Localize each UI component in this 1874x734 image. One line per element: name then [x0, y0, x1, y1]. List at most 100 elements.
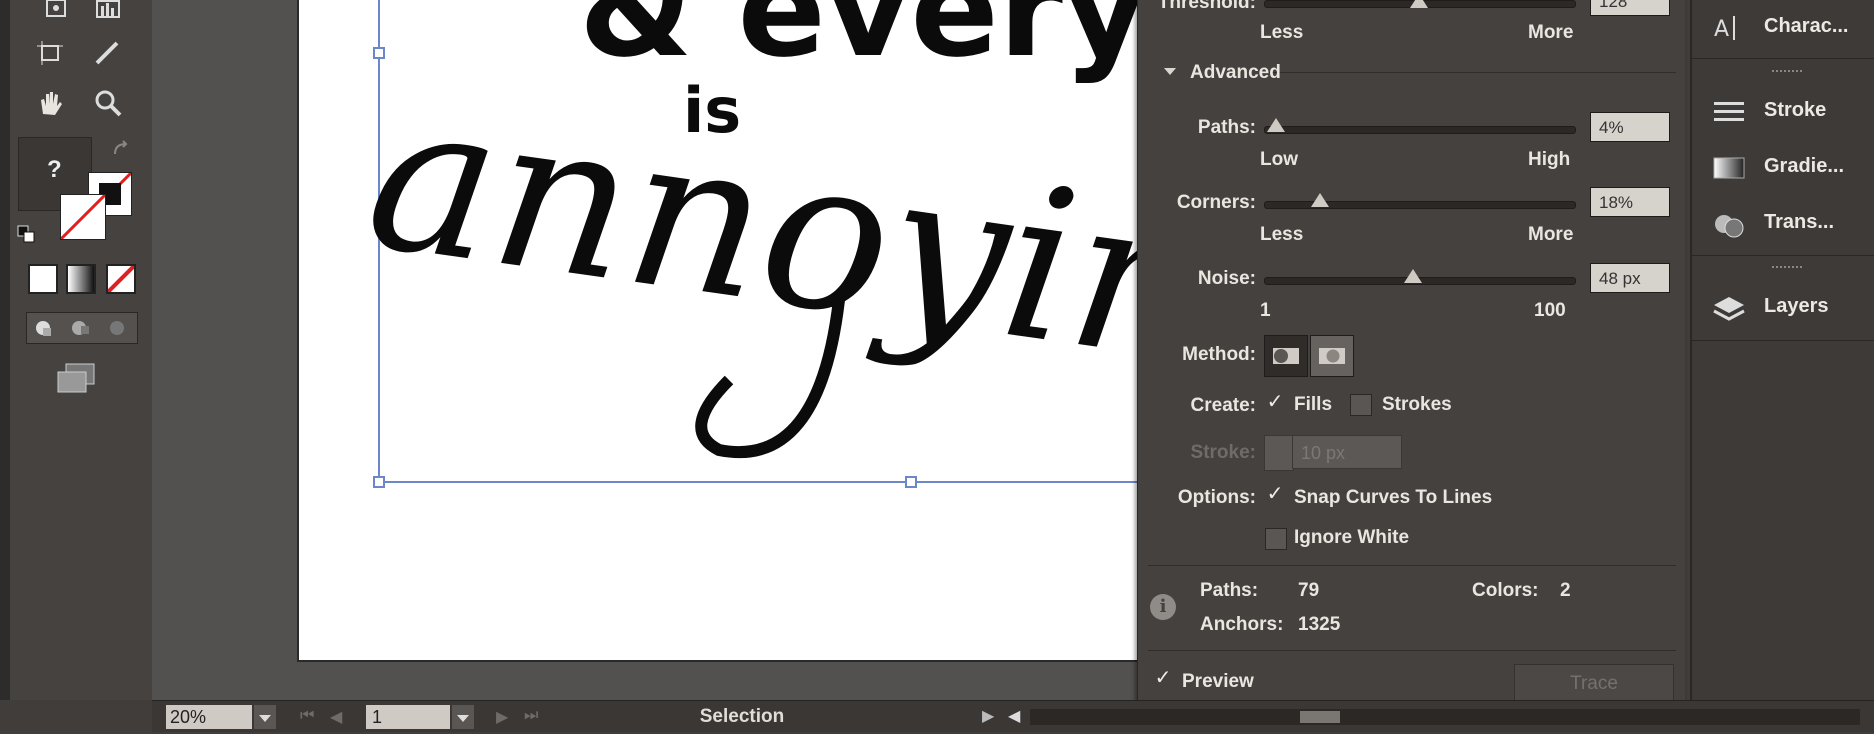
panel-character-label: Charac...	[1764, 15, 1849, 37]
draw-inside-icon[interactable]	[103, 316, 133, 340]
corners-label: Corners:	[1176, 192, 1256, 213]
color-mode-button[interactable]	[28, 264, 58, 294]
prev-page-icon[interactable]: ◀	[330, 707, 342, 727]
panel-divider	[1692, 58, 1874, 59]
method-abutting-button[interactable]	[1264, 335, 1308, 377]
collapsed-panels-dock: A Charac... Stroke Gradie... Trans... La…	[1690, 0, 1874, 716]
stroke-icon	[1712, 98, 1746, 126]
panel-layers[interactable]: Layers	[1692, 280, 1874, 336]
draw-normal-icon[interactable]	[31, 316, 61, 340]
svg-text:A: A	[1714, 17, 1729, 42]
transparency-icon	[1712, 210, 1746, 238]
paths-max-label: High	[1528, 149, 1571, 170]
gradient-mode-button[interactable]	[66, 264, 96, 294]
paths-min-label: Low	[1260, 149, 1298, 170]
threshold-max-label: More	[1528, 22, 1574, 43]
footer-separator	[1148, 650, 1676, 651]
ignore-white-checkbox[interactable]	[1265, 528, 1287, 550]
panel-divider-2	[1692, 255, 1874, 256]
stats-paths-label: Paths:	[1200, 580, 1259, 601]
drawing-modes	[26, 312, 138, 344]
snap-curves-checkbox[interactable]: ✓	[1264, 484, 1286, 506]
stats-anchors-value: 1325	[1298, 614, 1341, 635]
swap-colors-icon[interactable]	[112, 140, 130, 163]
paths-thumb[interactable]	[1267, 118, 1286, 132]
threshold-value[interactable]: 128	[1590, 0, 1670, 16]
strokes-checkbox[interactable]	[1350, 394, 1372, 416]
panel-grip[interactable]	[1772, 70, 1802, 75]
panel-transparency-label: Trans...	[1764, 211, 1835, 233]
zoom-tool-icon[interactable]	[88, 86, 128, 120]
noise-max-label: 100	[1534, 300, 1566, 321]
tools-panel: ?	[0, 0, 153, 700]
noise-thumb[interactable]	[1403, 269, 1422, 283]
trace-button[interactable]: Trace	[1514, 664, 1674, 704]
advanced-disclosure-icon[interactable]	[1162, 64, 1178, 85]
preview-label: Preview	[1182, 671, 1254, 692]
preview-checkbox[interactable]: ✓	[1152, 668, 1174, 690]
threshold-min-label: Less	[1260, 22, 1304, 43]
status-bar: 20% ⏮ ◀ 1 ▶ ⏭ Selection ▶ ◀	[152, 700, 1874, 732]
panel-gradient[interactable]: Gradie...	[1692, 140, 1874, 196]
artwork-line1: & everyo	[579, 0, 1149, 86]
hand-tool-icon[interactable]	[30, 86, 70, 120]
create-label: Create:	[1190, 395, 1256, 416]
none-mode-button[interactable]	[106, 264, 136, 294]
paths-label: Paths:	[1197, 117, 1256, 138]
threshold-label: Threshold:	[1157, 0, 1256, 13]
selection-handle-bottom	[905, 476, 917, 488]
status-menu-icon[interactable]: ▶	[982, 706, 994, 726]
noise-label: Noise:	[1197, 268, 1256, 289]
stroke-value[interactable]: 10 px	[1292, 435, 1402, 469]
fill-swatch[interactable]	[60, 194, 106, 240]
slice-tool-icon[interactable]	[88, 36, 128, 70]
tools-panel-edge	[0, 0, 10, 700]
paths-track[interactable]	[1264, 126, 1576, 134]
next-page-icon[interactable]: ▶	[496, 707, 508, 727]
stroke-stepper[interactable]	[1264, 435, 1294, 471]
symbol-sprayer-tool-icon[interactable]	[36, 0, 76, 26]
paths-value[interactable]: 4%	[1590, 112, 1670, 142]
fills-checkbox[interactable]: ✓	[1264, 392, 1286, 414]
zoom-field[interactable]: 20%	[166, 705, 252, 729]
info-icon: i	[1150, 594, 1176, 620]
horizontal-scrollbar[interactable]	[1030, 709, 1860, 725]
noise-min-label: 1	[1260, 300, 1271, 321]
default-colors-icon[interactable]	[16, 224, 36, 249]
layers-icon	[1712, 294, 1746, 322]
panel-grip-2[interactable]	[1772, 266, 1802, 271]
graph-tool-icon[interactable]	[88, 0, 128, 26]
stats-paths-value: 79	[1298, 580, 1320, 601]
character-icon: A	[1712, 14, 1746, 42]
artboard[interactable]: & everyo is annoying	[297, 0, 1151, 662]
image-trace-panel: Threshold: 128 Less More Advanced Paths:…	[1137, 0, 1685, 716]
panel-transparency[interactable]: Trans...	[1692, 196, 1874, 252]
stats-colors-value: 2	[1560, 580, 1571, 601]
scroll-left-icon[interactable]: ◀	[1008, 706, 1020, 726]
advanced-label[interactable]: Advanced	[1190, 62, 1281, 84]
method-overlapping-button[interactable]	[1310, 335, 1354, 377]
draw-behind-icon[interactable]	[67, 316, 97, 340]
last-page-icon[interactable]: ⏭	[524, 707, 538, 725]
page-dropdown-button[interactable]	[452, 705, 474, 729]
corners-value[interactable]: 18%	[1590, 187, 1670, 217]
artwork-svg: & everyo is annoying	[356, 0, 1149, 488]
threshold-thumb[interactable]	[1410, 0, 1428, 8]
scrollbar-thumb[interactable]	[1300, 711, 1340, 723]
panel-stroke[interactable]: Stroke	[1692, 84, 1874, 140]
panel-gradient-label: Gradie...	[1764, 155, 1845, 177]
page-field[interactable]: 1	[366, 705, 450, 729]
stroke-label: Stroke:	[1190, 442, 1256, 463]
first-page-icon[interactable]: ⏮	[300, 707, 314, 725]
corners-thumb[interactable]	[1310, 193, 1329, 207]
strokes-label: Strokes	[1382, 394, 1452, 415]
screen-mode-icon[interactable]	[54, 362, 98, 399]
stats-colors-label: Colors:	[1472, 580, 1539, 601]
selection-handle-bottom-left	[373, 476, 385, 488]
artboard-tool-icon[interactable]	[30, 36, 70, 70]
zoom-dropdown-button[interactable]	[254, 705, 276, 729]
panel-layers-label: Layers	[1764, 295, 1829, 317]
panel-character[interactable]: A Charac...	[1692, 0, 1874, 56]
current-tool-label: Selection	[699, 706, 785, 727]
noise-value[interactable]: 48 px	[1590, 263, 1670, 293]
